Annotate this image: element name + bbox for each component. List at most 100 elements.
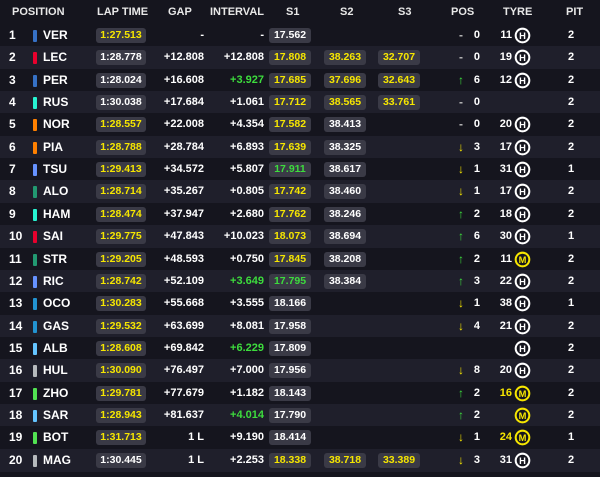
table-row[interactable]: 14 GAS 1:29.532 +63.699 +8.081 17.958 ↓ 4 21 H 2 bbox=[0, 314, 600, 338]
table-row[interactable]: 20 MAG 1:30.445 1 L +2.253 18.338 38.718 33.389… bbox=[0, 448, 600, 472]
table-row[interactable]: 4 RUS 1:30.038 +17.684 +1.061 17.712 38.565 33.… bbox=[0, 91, 600, 115]
lap-time: 1:27.513 bbox=[96, 28, 146, 43]
position-number: 4 bbox=[9, 95, 16, 110]
sector-1-time: 17.795 bbox=[269, 273, 311, 289]
position-change: 1 bbox=[473, 431, 480, 444]
interval-value: +10.023 bbox=[223, 230, 264, 243]
position-number: 10 bbox=[9, 229, 23, 244]
table-row[interactable]: 16 HUL 1:30.090 +76.497 +7.000 17.956 ↓ 8 20 H 2 bbox=[0, 359, 600, 383]
position-change: 0 bbox=[473, 96, 480, 109]
interval-value: - bbox=[260, 29, 264, 41]
header-gap: GAP bbox=[168, 6, 192, 18]
team-color-bar bbox=[33, 365, 37, 378]
table-row[interactable]: 1 VER 1:27.513- -17.562-0 11 H 2 bbox=[0, 24, 600, 47]
position-change: 2 bbox=[473, 207, 480, 220]
sector-2-time: 38.565 bbox=[324, 95, 366, 111]
team-color-bar bbox=[33, 320, 37, 333]
table-row[interactable]: 17 ZHO 1:29.781 +77.679 +1.182 18.143 ↑ 2 16 M 2 bbox=[0, 381, 600, 405]
tyre-laps: 17 bbox=[499, 140, 512, 153]
position-change: 8 bbox=[473, 364, 480, 377]
lap-time: 1:28.608 bbox=[96, 340, 146, 356]
team-color-bar bbox=[33, 208, 37, 221]
interval-value: +3.927 bbox=[230, 73, 264, 86]
team-color-bar bbox=[33, 97, 37, 110]
sector-2-time: 38.384 bbox=[324, 273, 366, 289]
driver-code: BOT bbox=[43, 430, 69, 445]
table-row[interactable]: 2 LEC 1:28.778 +12.808 +12.808 17.808 38.263 32… bbox=[0, 46, 600, 70]
sector-2-time: 38.694 bbox=[324, 229, 366, 245]
pit-stops: 2 bbox=[567, 118, 575, 131]
position-number: 19 bbox=[9, 430, 23, 445]
table-row[interactable]: 5 NOR 1:28.557 +22.008 +4.354 17.582 38.413-0 2… bbox=[0, 113, 600, 137]
driver-code: PIA bbox=[43, 139, 64, 154]
table-row[interactable]: 8 ALO 1:28.714 +35.267 +0.805 17.742 38.460 ↓ 1 1… bbox=[0, 180, 600, 204]
medium-tyre-icon: M bbox=[514, 251, 531, 268]
sector-1-time: 17.956 bbox=[269, 363, 311, 379]
sector-1-time: 18.143 bbox=[269, 385, 311, 401]
interval-value: +6.893 bbox=[230, 140, 264, 153]
gap-value: +28.784 bbox=[163, 140, 204, 153]
header-s3: S3 bbox=[398, 6, 412, 18]
tyre-laps: 18 bbox=[499, 207, 512, 220]
driver-code: OCO bbox=[43, 296, 71, 311]
team-color-bar bbox=[33, 141, 37, 154]
header-pos: POS bbox=[451, 6, 475, 18]
sector-2-time: 37.696 bbox=[324, 72, 366, 88]
interval-value: +4.354 bbox=[230, 118, 264, 131]
position-change: 6 bbox=[473, 230, 480, 243]
table-row[interactable]: 3 PER 1:28.024 +16.608 +3.927 17.685 37.696 32.… bbox=[0, 68, 600, 92]
table-row[interactable]: 11 STR 1:29.205 +48.593 +0.750 17.845 38.208 ↑ 2… bbox=[0, 247, 600, 271]
position-change: 1 bbox=[473, 185, 480, 198]
gap-value: +47.843 bbox=[163, 230, 204, 243]
pit-stops: 1 bbox=[567, 297, 575, 310]
lap-time: 1:29.532 bbox=[96, 318, 146, 334]
table-row[interactable]: 7 TSU 1:29.413 +34.572 +5.807 17.911 38.617 ↓ 1 3… bbox=[0, 158, 600, 182]
position-number: 11 bbox=[9, 251, 22, 266]
team-color-bar bbox=[33, 409, 37, 422]
lap-time: 1:29.413 bbox=[96, 162, 146, 178]
table-row[interactable]: 6 PIA 1:28.788 +28.784 +6.893 17.639 38.325 ↓ 3 1… bbox=[0, 135, 600, 159]
table-row[interactable]: 12 RIC 1:28.742 +52.109 +3.649 17.795 38.384 ↑ 3… bbox=[0, 269, 600, 293]
sector-2-time: 38.617 bbox=[324, 162, 366, 178]
hard-tyre-icon: H bbox=[514, 183, 531, 200]
gap-value: +17.684 bbox=[163, 96, 204, 109]
position-change: 4 bbox=[473, 319, 480, 332]
team-color-bar bbox=[33, 275, 37, 288]
tyre-laps: 30 bbox=[499, 230, 512, 243]
table-row[interactable]: 9 HAM 1:28.474 +37.947 +2.680 17.762 38.246 ↑ 2 1… bbox=[0, 202, 600, 226]
svg-text:H: H bbox=[519, 456, 526, 466]
table-row[interactable]: 15 ALB 1:28.608 +69.842 +6.229 17.809 H 2 bbox=[0, 336, 600, 360]
pit-stops: 2 bbox=[567, 96, 575, 109]
table-row[interactable]: 18 SAR 1:28.943 +81.637 +4.014 17.790 ↑ 2 M 2 bbox=[0, 403, 600, 427]
pit-stops: 2 bbox=[567, 73, 575, 86]
interval-value: +1.061 bbox=[230, 96, 264, 109]
hard-tyre-icon: H bbox=[514, 72, 531, 89]
position-number: 1 bbox=[9, 28, 16, 42]
position-change: 3 bbox=[473, 140, 480, 153]
header-lap-time: LAP TIME bbox=[97, 6, 149, 18]
position-change: 6 bbox=[473, 73, 480, 86]
lap-time: 1:30.038 bbox=[96, 95, 146, 111]
hard-tyre-icon: H bbox=[514, 49, 531, 66]
svg-text:H: H bbox=[519, 210, 526, 220]
driver-code: GAS bbox=[43, 318, 70, 333]
interval-value: +9.190 bbox=[230, 431, 264, 444]
pit-stops: 2 bbox=[567, 408, 575, 421]
team-color-bar bbox=[33, 298, 37, 311]
pit-stops: 2 bbox=[567, 207, 575, 220]
sector-1-time: 17.808 bbox=[269, 50, 311, 66]
position-number: 5 bbox=[9, 117, 16, 132]
gap-value: 1 L bbox=[188, 431, 204, 444]
table-row[interactable]: 19 BOT 1:31.713 1 L +9.190 18.414 ↓ 1 24 M 1 bbox=[0, 426, 600, 450]
interval-value: +1.182 bbox=[230, 386, 264, 399]
sector-1-time: 17.911 bbox=[269, 162, 311, 178]
table-row[interactable]: 10 SAI 1:29.775 +47.843 +10.023 18.073 38.694 ↑… bbox=[0, 225, 600, 249]
hard-tyre-icon: H bbox=[514, 116, 531, 133]
position-number: 15 bbox=[9, 340, 23, 355]
header-tyre: TYRE bbox=[503, 6, 533, 18]
hard-tyre-icon: H bbox=[514, 273, 531, 290]
table-row[interactable]: 13 OCO 1:30.283 +55.668 +3.555 18.166 ↓ 1 38 H 1 bbox=[0, 292, 600, 316]
sector-1-time: 17.685 bbox=[269, 72, 311, 88]
lap-time: 1:29.781 bbox=[96, 385, 146, 401]
pit-stops: 2 bbox=[567, 185, 575, 198]
